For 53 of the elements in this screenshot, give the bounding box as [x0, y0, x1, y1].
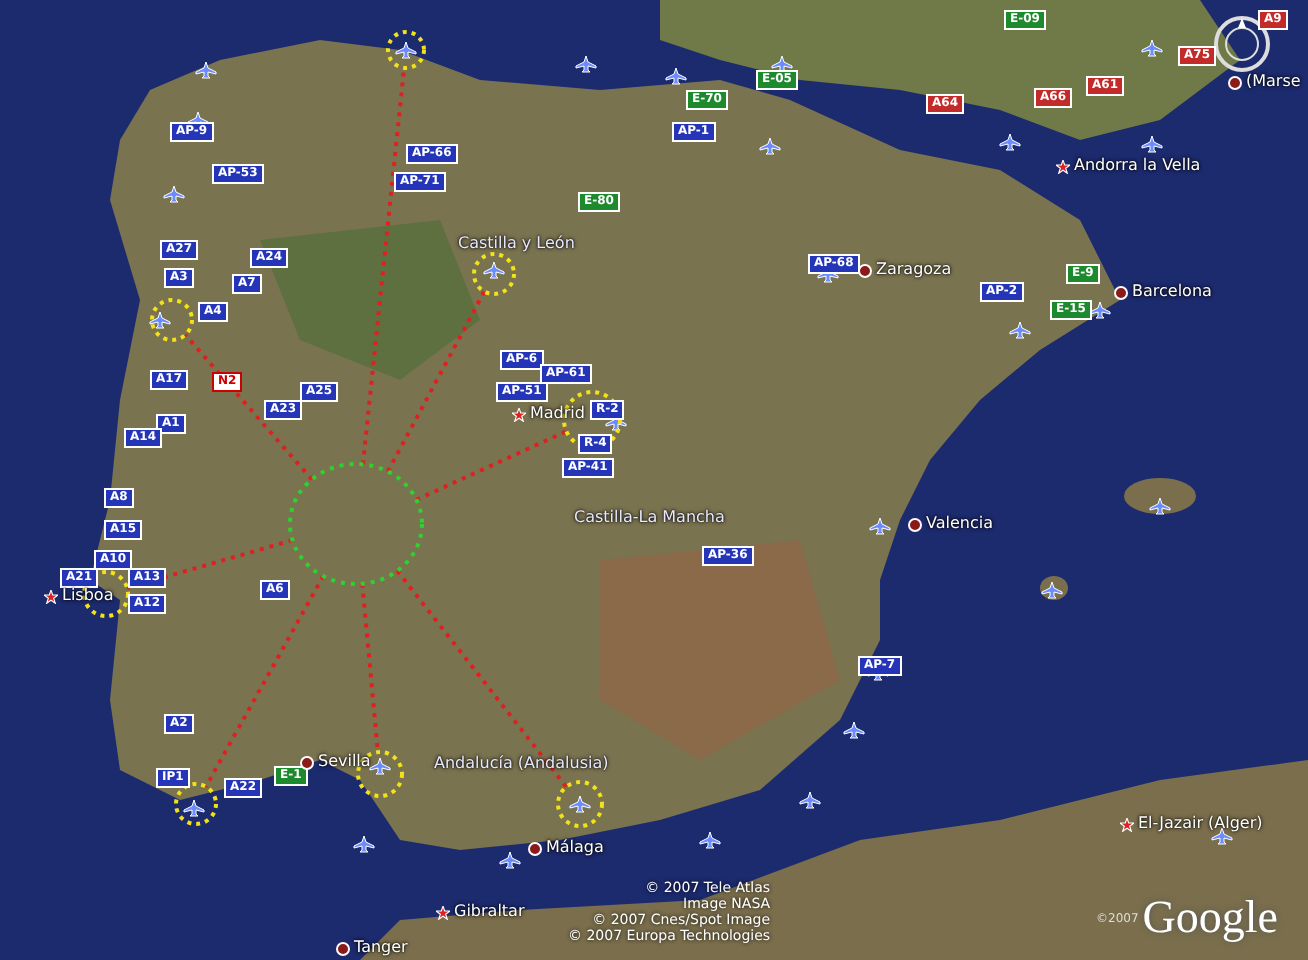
- place-label: Sevilla: [318, 754, 371, 770]
- airplane-icon: [1141, 39, 1163, 57]
- place-label: Andorra la Vella: [1074, 158, 1201, 174]
- place-label: Valencia: [926, 516, 993, 532]
- airplane-icon: [569, 795, 591, 813]
- place-label: Zaragoza: [876, 262, 952, 278]
- airplane-icon: [395, 41, 417, 59]
- airport-highlight-circle: [472, 252, 516, 296]
- place-label: Madrid: [530, 406, 585, 422]
- airplane-icon: [1149, 497, 1171, 515]
- capital-star-icon: [436, 905, 450, 919]
- place-label: Tanger: [354, 940, 408, 956]
- airplane-icon: [575, 55, 597, 73]
- airplane-icon: [1089, 301, 1111, 319]
- airplane-icon: [163, 185, 185, 203]
- place-label: Málaga: [546, 840, 604, 856]
- airplane-icon: [149, 311, 171, 329]
- place-label: (Marse: [1246, 74, 1301, 90]
- airplane-icon: [1141, 135, 1163, 153]
- airplane-icon: [483, 261, 505, 279]
- airplane-icon: [1041, 581, 1063, 599]
- capital-star-icon: [44, 589, 58, 603]
- airplane-icon: [799, 791, 821, 809]
- airplane-icon: [771, 55, 793, 73]
- capital-star-icon: [512, 407, 526, 421]
- airport-highlight-circle: [386, 30, 426, 70]
- airplane-icon: [869, 517, 891, 535]
- airport-highlight-circle: [150, 298, 194, 342]
- airplane-icon: [999, 133, 1021, 151]
- airplane-icon: [1009, 321, 1031, 339]
- airplane-icon: [195, 61, 217, 79]
- island: [1124, 478, 1196, 514]
- place-label: Barcelona: [1132, 284, 1212, 300]
- airplane-icon: [369, 757, 391, 775]
- capital-star-icon: [1120, 817, 1134, 831]
- airplane-icon: [353, 835, 375, 853]
- logo-text: Google: [1142, 892, 1278, 944]
- airplane-icon: [759, 137, 781, 155]
- airplane-icon: [843, 721, 865, 739]
- capital-star-icon: [1056, 159, 1070, 173]
- place-label: Lisboa: [62, 588, 114, 604]
- airplane-icon: [183, 799, 205, 817]
- airplane-icon: [499, 851, 521, 869]
- airport-highlight-circle: [174, 782, 218, 826]
- place-label: Gibraltar: [454, 904, 525, 920]
- place-label: Andalucía (Andalusia): [434, 756, 609, 772]
- place-label: Castilla y León: [458, 236, 575, 252]
- place-label: Castilla-La Mancha: [574, 510, 725, 526]
- hub-highlight-circle: [288, 462, 424, 586]
- airplane-icon: [665, 67, 687, 85]
- airport-highlight-circle: [556, 780, 604, 828]
- airplane-icon: [699, 831, 721, 849]
- place-label: El-Jazair (Alger): [1138, 816, 1263, 832]
